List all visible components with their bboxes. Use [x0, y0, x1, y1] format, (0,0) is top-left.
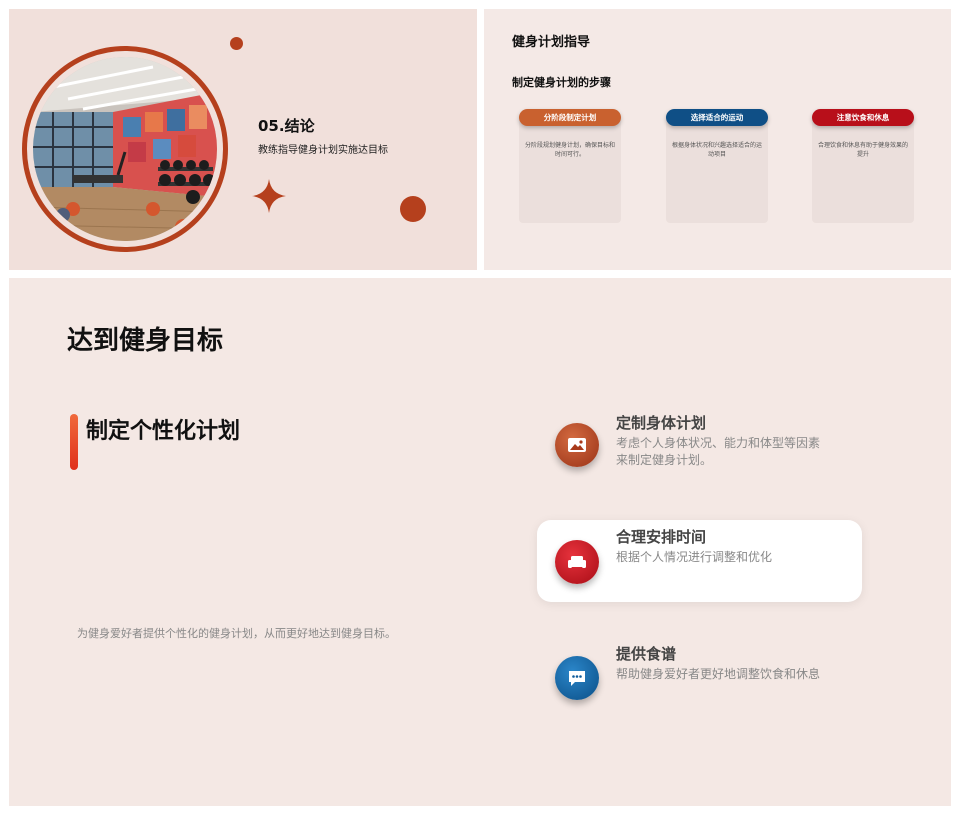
feature-description: 考虑个人身体状况、能力和体型等因素 来制定健身计划。	[616, 436, 821, 467]
step-text: 合理饮食和休息有助于健身效果的提升	[818, 142, 909, 158]
step-text: 分阶段规划健身计划，确保目标和时间可行。	[525, 142, 616, 158]
slide-title: 05.结论	[258, 117, 315, 135]
slide-title: 健身计划指导	[512, 35, 591, 50]
slide-title: 达到健身目标	[67, 326, 224, 356]
slide-subtitle: 制定健身计划的步骤	[512, 76, 611, 89]
gym-photo	[33, 57, 217, 241]
chat-icon	[555, 656, 599, 700]
slide-plan-guide[interactable]: 健身计划指导 制定健身计划的步骤 分阶段制定计划 选择适合的运动 注意饮食和休息…	[484, 9, 951, 270]
slide-reach-goal[interactable]: 达到健身目标 制定个性化计划 为健身爱好者提供个性化的健身计划，从而更好地达到健…	[9, 278, 951, 806]
feature-description: 根据个人情况进行调整和优化	[616, 550, 773, 564]
feature-description: 帮助健身爱好者更好地调整饮食和休息	[616, 667, 821, 681]
step-label: 分阶段制定计划	[519, 109, 621, 126]
sofa-icon	[555, 540, 599, 584]
feature-title: 定制身体计划	[616, 414, 707, 432]
step-label: 注意饮食和休息	[812, 109, 914, 126]
decor-dot-large	[400, 196, 426, 222]
step-text: 根据身体状况和兴趣选择适合的运动项目	[672, 142, 763, 158]
step-card	[666, 115, 768, 223]
feature-title: 合理安排时间	[616, 528, 707, 546]
decor-dot-small	[230, 37, 243, 50]
accent-bar	[70, 414, 78, 470]
slide-conclusion[interactable]: 05.结论 教练指导健身计划实施达目标	[9, 9, 477, 270]
section-description: 为健身爱好者提供个性化的健身计划，从而更好地达到健身目标。	[77, 627, 396, 640]
step-label: 选择适合的运动	[666, 109, 768, 126]
step-card	[519, 115, 621, 223]
image-icon	[555, 423, 599, 467]
slide-subtitle: 教练指导健身计划实施达目标	[258, 145, 388, 156]
feature-title: 提供食谱	[616, 645, 677, 663]
step-card	[812, 115, 914, 223]
section-heading: 制定个性化计划	[86, 419, 241, 444]
sparkle-icon	[252, 179, 286, 213]
